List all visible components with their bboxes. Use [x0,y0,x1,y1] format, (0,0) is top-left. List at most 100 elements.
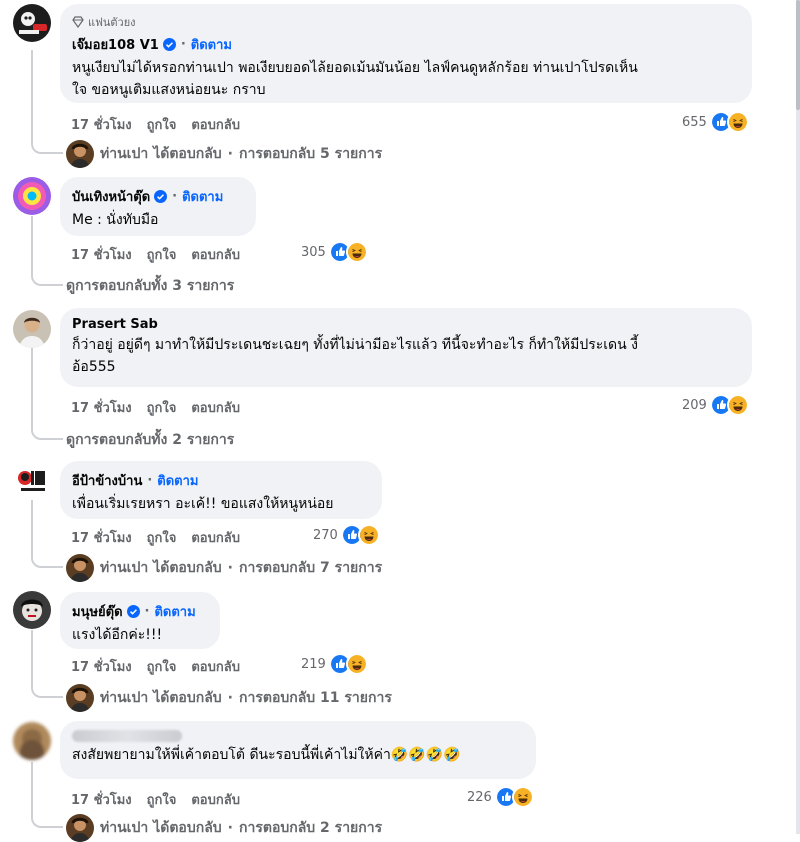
like-button[interactable]: ถูกใจ [147,244,177,265]
reaction-count: 209 [682,397,707,413]
like-button[interactable]: ถูกใจ [147,397,177,418]
timestamp[interactable]: 17 ชั่วโมง [71,397,132,418]
reply-button[interactable]: ตอบกลับ [191,527,240,548]
reply-connector [31,266,63,286]
reaction-summary[interactable]: 655 [682,111,749,133]
commenter-name[interactable]: Prasert Sab [72,317,158,332]
avatar[interactable] [13,591,51,629]
verified-check-icon [154,190,168,203]
reply-button[interactable]: ตอบกลับ [191,397,240,418]
reaction-summary[interactable]: 270 [313,524,380,546]
comment-actions: 17 ชั่วโมง ถูกใจ ตอบกลับ [71,789,240,810]
comment-text: หนูเงียบไม่ได้หรอกท่านเปา พอเงียบยอดไล้ย… [72,60,638,98]
reply-author-name: ท่านเปา [100,820,149,836]
comment-actions: 17 ชั่วโมง ถูกใจ ตอบกลับ [71,244,240,265]
reaction-count: 270 [313,527,338,543]
reply-connector [31,550,63,568]
avatar[interactable] [13,722,51,760]
reaction-summary[interactable]: 219 [301,653,368,675]
reply-connector [31,420,63,440]
comment-actions: 17 ชั่วโมง ถูกใจ ตอบกลับ [71,114,240,135]
reply-summary[interactable]: ท่านเปา ได้ตอบกลับ · การตอบกลับ 2 รายการ [66,814,382,842]
reply-button[interactable]: ตอบกลับ [191,244,240,265]
reply-author-avatar [66,814,94,842]
commenter-name[interactable]: เจ๊มอย108 V1 [72,34,159,55]
comment-bubble: บันเทิงหน้าตุ๊ด · ติดตาม Me : นั่งทับมือ [60,177,256,236]
timestamp[interactable]: 17 ชั่วโมง [71,114,132,135]
comment-bubble: มนุษย์ตุ๊ด · ติดตาม แรงได้อีกค่ะ!!! [60,592,220,649]
reply-author-avatar [66,554,94,582]
comment-text: ก็ว่าอยู่ อยู่ดีๆ มาทำให้มีประเดนชะเฉยๆ … [72,337,638,375]
comment-text: Me : นั่งทับมือ [72,212,159,228]
reaction-count: 226 [467,789,492,805]
timestamp[interactable]: 17 ชั่วโมง [71,527,132,548]
haha-reaction-icon [345,241,368,263]
comment-bubble: อีป้าข้างบ้าน · ติดตาม เพื่อนเริ่มเรยหรา… [60,461,382,519]
thread-line [31,348,33,428]
commenter-name[interactable]: มนุษย์ตุ๊ด [72,601,123,622]
verified-check-icon [126,605,140,618]
timestamp[interactable]: 17 ชั่วโมง [71,244,132,265]
scrollbar-track[interactable] [796,0,800,834]
avatar[interactable] [13,462,51,500]
view-all-replies[interactable]: ดูการตอบกลับทั้ง 2 รายการ [66,429,234,451]
commenter-name-blurred[interactable] [72,730,182,742]
reply-author-name: ท่านเปา [100,690,149,706]
commenter-name[interactable]: อีป้าข้างบ้าน [72,470,142,491]
view-all-replies[interactable]: ดูการตอบกลับทั้ง 3 รายการ [66,275,234,297]
avatar[interactable] [13,4,51,42]
reaction-summary[interactable]: 305 [301,241,368,263]
avatar[interactable] [13,177,51,215]
reaction-count: 305 [301,244,326,260]
reply-summary[interactable]: ท่านเปา ได้ตอบกลับ · การตอบกลับ 7 รายการ [66,554,382,582]
reaction-count: 219 [301,656,326,672]
reaction-count: 655 [682,114,707,130]
like-button[interactable]: ถูกใจ [147,527,177,548]
reply-connector [31,810,63,828]
reply-button[interactable]: ตอบกลับ [191,114,240,135]
haha-reaction-icon [511,786,534,808]
reply-author-name: ท่านเปา [100,560,149,576]
timestamp[interactable]: 17 ชั่วโมง [71,789,132,810]
comment-actions: 17 ชั่วโมง ถูกใจ ตอบกลับ [71,656,240,677]
top-fan-badge: แฟนตัวยง [72,13,740,31]
follow-button[interactable]: ติดตาม [191,34,232,55]
reply-author-avatar [66,684,94,712]
comment-text: แรงได้อีกค่ะ!!! [72,627,163,643]
like-button[interactable]: ถูกใจ [147,656,177,677]
follow-button[interactable]: ติดตาม [182,186,223,207]
reply-summary[interactable]: ท่านเปา ได้ตอบกลับ · การตอบกลับ 5 รายการ [66,140,382,168]
reply-connector [31,680,63,698]
comment-bubble: สงสัยพยายามให้พี่เค้าตอบโต้ ดีนะรอบนี้พี… [60,721,536,779]
reply-button[interactable]: ตอบกลับ [191,789,240,810]
commenter-name[interactable]: บันเทิงหน้าตุ๊ด [72,186,150,207]
haha-reaction-icon [726,111,749,133]
reply-count: การตอบกลับ 5 รายการ [239,146,383,162]
reply-button[interactable]: ตอบกลับ [191,656,240,677]
haha-reaction-icon [345,653,368,675]
scrollbar-thumb[interactable] [796,0,800,110]
diamond-icon [72,16,84,28]
comment-bubble: Prasert Sab ก็ว่าอยู่ อยู่ดีๆ มาทำให้มีป… [60,308,752,387]
comment-bubble: แฟนตัวยง เจ๊มอย108 V1 · ติดตาม หนูเงียบไ… [60,4,752,103]
haha-reaction-icon [726,394,749,416]
haha-reaction-icon [357,524,380,546]
thread-line [31,50,33,138]
reply-connector [31,130,63,154]
verified-check-icon [162,38,176,51]
follow-button[interactable]: ติดตาม [154,601,195,622]
timestamp[interactable]: 17 ชั่วโมง [71,656,132,677]
like-button[interactable]: ถูกใจ [147,789,177,810]
reaction-summary[interactable]: 226 [467,786,534,808]
avatar[interactable] [13,310,51,348]
reply-count: การตอบกลับ 7 รายการ [239,560,383,576]
reply-count: การตอบกลับ 11 รายการ [239,690,392,706]
like-button[interactable]: ถูกใจ [147,114,177,135]
reply-summary[interactable]: ท่านเปา ได้ตอบกลับ · การตอบกลับ 11 รายกา… [66,684,392,712]
comment-text: เพื่อนเริ่มเรยหรา อะเค้!! ขอแสงให้หนูหน่… [72,496,334,512]
follow-button[interactable]: ติดตาม [157,470,198,491]
comment-actions: 17 ชั่วโมง ถูกใจ ตอบกลับ [71,397,240,418]
reaction-summary[interactable]: 209 [682,394,749,416]
comment-actions: 17 ชั่วโมง ถูกใจ ตอบกลับ [71,527,240,548]
reply-author-avatar [66,140,94,168]
